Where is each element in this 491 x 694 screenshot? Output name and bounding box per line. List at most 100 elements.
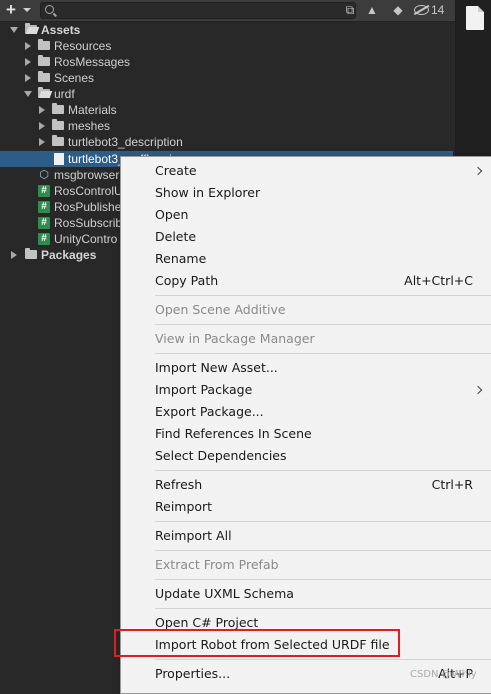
menu-separator — [155, 295, 491, 296]
csharp-script-icon: # — [38, 201, 50, 213]
tree-item-label: UnityContro — [54, 232, 118, 246]
menu-separator — [155, 470, 491, 471]
menu-item-rename[interactable]: Rename — [121, 248, 491, 270]
menu-item-label: Import New Asset... — [155, 360, 278, 375]
menu-item-shortcut: Ctrl+R — [431, 477, 473, 492]
tree-item-scenes[interactable]: Scenes — [0, 70, 455, 86]
menu-item-shortcut: Alt+Ctrl+C — [404, 273, 473, 288]
tree-item-label: urdf — [54, 87, 75, 101]
menu-item-update-uxml-schema[interactable]: Update UXML Schema — [121, 583, 491, 605]
chevron-right-icon[interactable] — [25, 42, 31, 50]
chevron-down-icon[interactable] — [10, 27, 18, 33]
highlight-annotation-box — [114, 629, 400, 657]
menu-item-import-package[interactable]: Import Package — [121, 379, 491, 401]
chevron-right-icon[interactable] — [39, 122, 45, 130]
menu-item-open[interactable]: Open — [121, 204, 491, 226]
menu-item-label: Find References In Scene — [155, 426, 312, 441]
tree-item-label: turtlebot3_description — [68, 135, 183, 149]
menu-separator — [155, 659, 491, 660]
hidden-packages-count: 14 — [431, 3, 445, 17]
file-icon — [466, 6, 484, 30]
context-menu: Create Show in Explorer Open Delete Rena… — [120, 156, 491, 694]
tree-item-turtlebot3-description[interactable]: turtlebot3_description — [0, 134, 455, 150]
folder-icon — [52, 103, 64, 114]
tree-item-label: Scenes — [54, 71, 95, 85]
menu-item-label: Select Dependencies — [155, 448, 287, 463]
menu-item-label: Copy Path — [155, 273, 219, 288]
menu-item-select-dependencies[interactable]: Select Dependencies — [121, 445, 491, 467]
search-by-type-icon[interactable]: ⧉ — [342, 2, 358, 18]
search-input[interactable] — [59, 3, 349, 18]
tree-item-label: Materials — [68, 103, 117, 117]
watermark: CSDN @Whly — [410, 669, 477, 680]
menu-item-extract-from-prefab: Extract From Prefab — [121, 554, 491, 576]
hidden-packages-toggle[interactable]: 14 — [414, 3, 444, 17]
chevron-right-icon[interactable] — [11, 251, 17, 259]
chevron-right-icon[interactable] — [25, 74, 31, 82]
chevron-right-icon[interactable] — [25, 58, 31, 66]
menu-separator — [155, 550, 491, 551]
menu-item-label: Refresh — [155, 477, 203, 492]
menu-item-find-references[interactable]: Find References In Scene — [121, 423, 491, 445]
menu-separator — [155, 521, 491, 522]
menu-item-reimport[interactable]: Reimport — [121, 496, 491, 518]
tree-item-rosmessages[interactable]: RosMessages — [0, 54, 455, 70]
menu-item-label: Properties... — [155, 666, 231, 681]
menu-item-create[interactable]: Create — [121, 160, 491, 182]
menu-separator — [155, 608, 491, 609]
menu-item-label: Extract From Prefab — [155, 557, 279, 572]
menu-item-refresh[interactable]: Refresh Ctrl+R — [121, 474, 491, 496]
menu-separator — [155, 353, 491, 354]
tree-item-label: RosPublishe — [54, 200, 122, 214]
menu-item-open-scene-additive: Open Scene Additive — [121, 299, 491, 321]
menu-item-label: Open Scene Additive — [155, 302, 286, 317]
tree-item-meshes[interactable]: meshes — [0, 118, 455, 134]
filter-by-label-icon[interactable]: ◆ — [390, 2, 406, 18]
csharp-script-icon: # — [38, 217, 50, 229]
chevron-right-icon[interactable] — [39, 106, 45, 114]
search-field[interactable] — [40, 2, 356, 19]
tree-item-label: RosControlU — [54, 184, 123, 198]
tree-item-materials[interactable]: Materials — [0, 102, 455, 118]
csharp-script-icon: # — [38, 185, 50, 197]
file-icon — [54, 153, 64, 165]
menu-item-label: Show in Explorer — [155, 185, 261, 200]
menu-item-label: View in Package Manager — [155, 331, 315, 346]
menu-item-label: Create — [155, 163, 197, 178]
folder-icon — [52, 135, 64, 146]
menu-item-import-new-asset[interactable]: Import New Asset... — [121, 357, 491, 379]
menu-item-label: Reimport — [155, 499, 213, 514]
tree-item-label: meshes — [68, 119, 111, 133]
menu-item-reimport-all[interactable]: Reimport All — [121, 525, 491, 547]
folder-icon — [52, 119, 64, 130]
tree-item-resources[interactable]: Resources — [0, 38, 455, 54]
menu-item-label: Delete — [155, 229, 197, 244]
folder-open-icon — [38, 87, 50, 98]
chevron-down-icon[interactable] — [24, 91, 32, 97]
csharp-script-icon: # — [38, 233, 50, 245]
search-icon — [45, 5, 54, 14]
project-toolbar: + ⧉ ▲ ◆ 14 — [0, 0, 455, 22]
chevron-right-icon[interactable] — [39, 138, 45, 146]
menu-separator — [155, 579, 491, 580]
folder-icon — [25, 248, 37, 259]
menu-item-export-package[interactable]: Export Package... — [121, 401, 491, 423]
chevron-right-icon — [473, 385, 483, 395]
tree-item-label: RosMessages — [54, 55, 131, 69]
add-asset-button[interactable]: + — [6, 1, 36, 19]
tree-item-assets[interactable]: Assets — [0, 22, 455, 38]
tree-item-label: Assets — [41, 23, 81, 37]
chevron-right-icon — [473, 166, 483, 176]
menu-item-label: Export Package... — [155, 404, 264, 419]
menu-separator — [155, 324, 491, 325]
package-icon: ⬡ — [39, 169, 49, 181]
tree-item-label: msgbrowser — [54, 168, 120, 182]
menu-item-delete[interactable]: Delete — [121, 226, 491, 248]
menu-item-label: Update UXML Schema — [155, 586, 294, 601]
menu-item-copy-path[interactable]: Copy Path Alt+Ctrl+C — [121, 270, 491, 292]
tree-item-urdf[interactable]: urdf — [0, 86, 455, 102]
folder-open-icon — [25, 23, 37, 34]
filter-by-type-icon[interactable]: ▲ — [364, 2, 380, 18]
folder-icon — [38, 39, 50, 50]
menu-item-show-in-explorer[interactable]: Show in Explorer — [121, 182, 491, 204]
